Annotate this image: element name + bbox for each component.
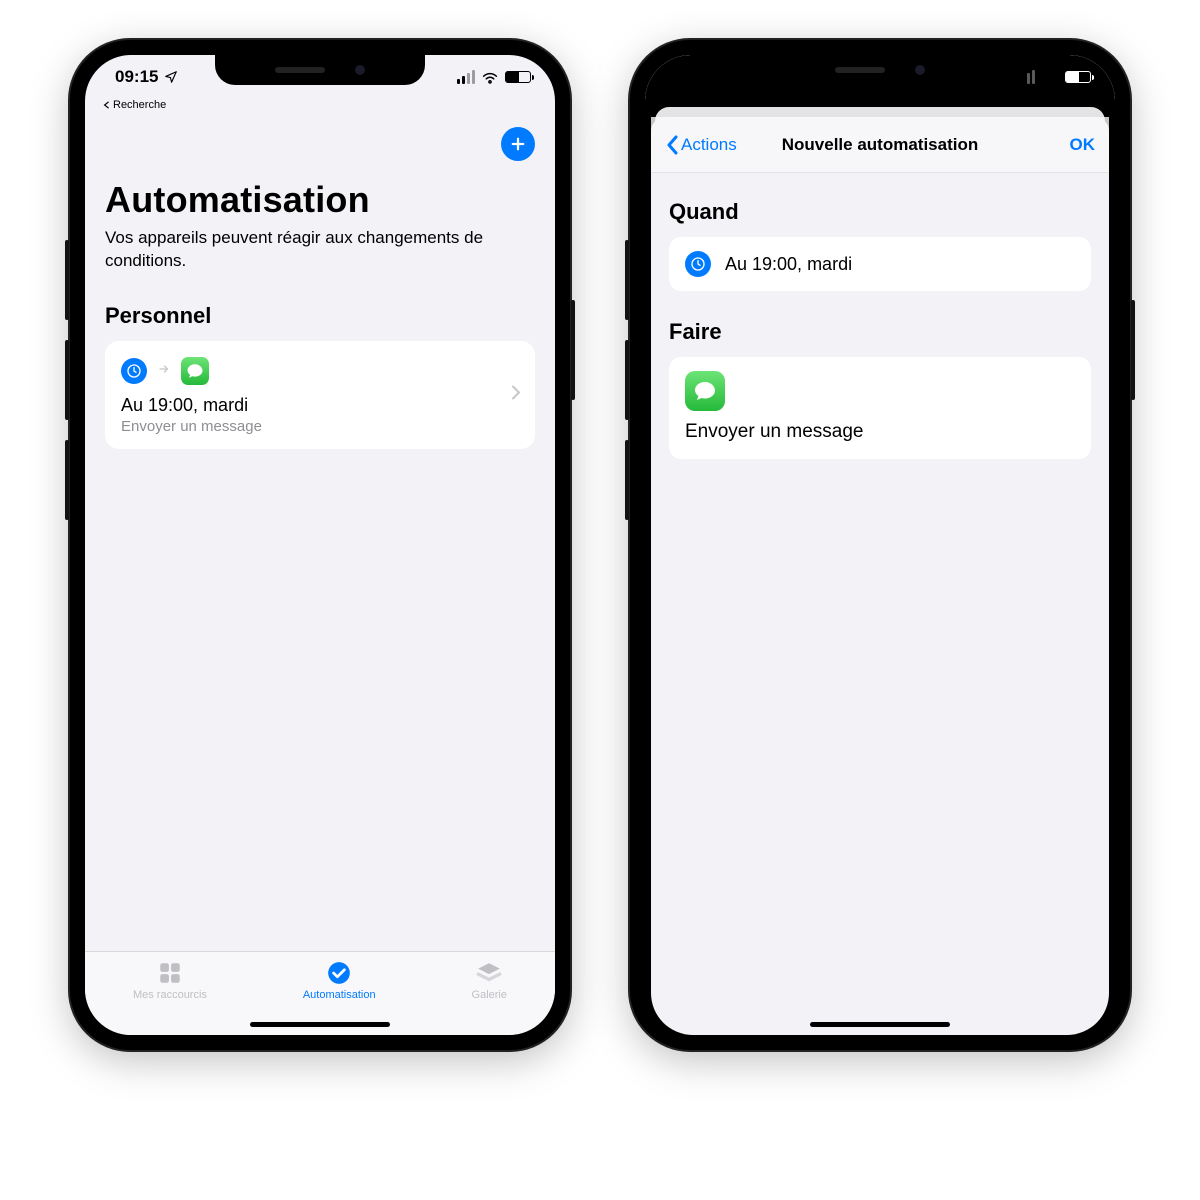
clock-icon xyxy=(685,251,711,277)
automation-subtitle: Envoyer un message xyxy=(121,418,519,435)
notch xyxy=(775,55,985,85)
tab-label: Mes raccourcis xyxy=(133,989,207,1001)
messages-icon xyxy=(685,371,725,411)
battery-icon xyxy=(505,71,531,83)
notch xyxy=(215,55,425,85)
home-indicator[interactable] xyxy=(250,1022,390,1027)
tab-gallery[interactable]: Galerie xyxy=(472,960,507,1001)
automation-title: Au 19:00, mardi xyxy=(121,395,519,416)
wifi-icon xyxy=(481,70,499,84)
breadcrumb[interactable]: Recherche xyxy=(85,99,555,117)
add-button[interactable] xyxy=(501,127,535,161)
gallery-icon xyxy=(474,960,504,986)
modal-sheet: Actions Nouvelle automatisation OK Quand… xyxy=(651,117,1109,1035)
do-row-label: Envoyer un message xyxy=(685,421,864,443)
clock-icon xyxy=(121,358,147,384)
automation-tab-icon xyxy=(324,960,354,986)
page-title: Automatisation xyxy=(105,179,535,221)
back-button[interactable]: Actions xyxy=(665,135,737,155)
section-when-label: Quand xyxy=(669,199,1091,225)
arrow-icon xyxy=(157,362,171,380)
tab-label: Automatisation xyxy=(303,989,376,1001)
tab-label: Galerie xyxy=(472,989,507,1001)
phone-right: 09:15 Recherche xyxy=(630,40,1130,1050)
signal-icon xyxy=(457,70,475,84)
back-label: Actions xyxy=(681,135,737,155)
grid-icon xyxy=(155,960,185,986)
breadcrumb-label: Recherche xyxy=(113,99,166,111)
status-time: 09:15 xyxy=(115,67,158,87)
phone-left: 09:15 Recherche xyxy=(70,40,570,1050)
battery-icon xyxy=(1065,71,1091,83)
done-button[interactable]: OK xyxy=(1070,135,1096,155)
chevron-right-icon xyxy=(511,384,521,405)
section-do-label: Faire xyxy=(669,319,1091,345)
do-row[interactable]: Envoyer un message xyxy=(669,357,1091,459)
page-subtitle: Vos appareils peuvent réagir aux changem… xyxy=(105,227,535,273)
automation-card[interactable]: Au 19:00, mardi Envoyer un message xyxy=(105,341,535,449)
when-row[interactable]: Au 19:00, mardi xyxy=(669,237,1091,291)
tab-shortcuts[interactable]: Mes raccourcis xyxy=(133,960,207,1001)
tab-automation[interactable]: Automatisation xyxy=(303,960,376,1001)
location-icon xyxy=(164,70,178,84)
home-indicator[interactable] xyxy=(810,1022,950,1027)
when-row-label: Au 19:00, mardi xyxy=(725,254,852,275)
messages-icon xyxy=(181,357,209,385)
section-personal-label: Personnel xyxy=(105,303,535,329)
